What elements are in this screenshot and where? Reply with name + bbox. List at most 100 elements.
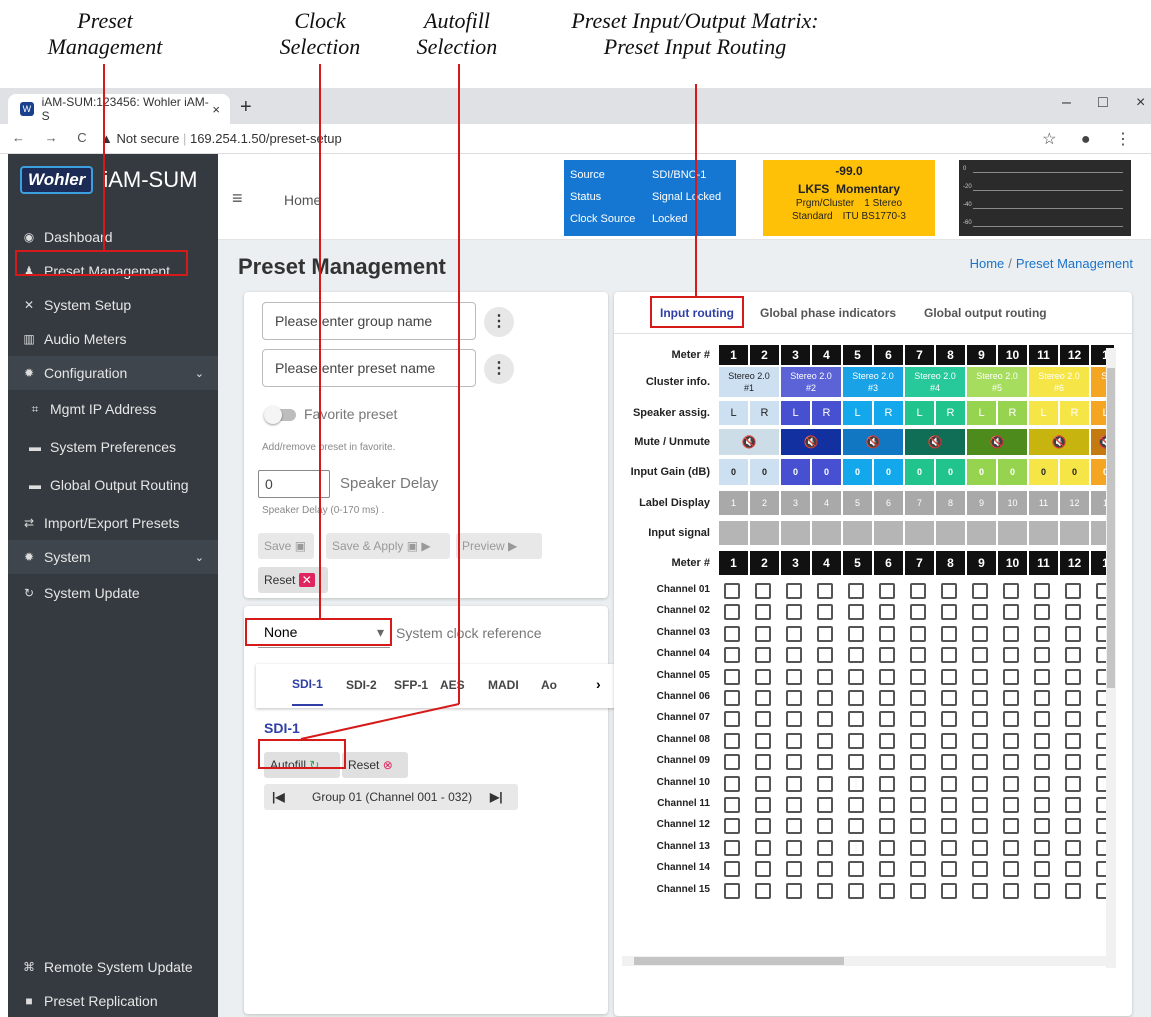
routing-checkbox[interactable]: [879, 604, 895, 621]
routing-checkbox[interactable]: [786, 839, 802, 856]
routing-checkbox[interactable]: [1065, 732, 1081, 749]
routing-checkbox[interactable]: [755, 839, 771, 856]
tab-close-icon[interactable]: ×: [212, 102, 220, 117]
routing-checkbox[interactable]: [941, 818, 957, 835]
scrollbar-thumb[interactable]: [1107, 368, 1115, 688]
cluster-info[interactable]: Stereo 2.0 #3: [842, 366, 904, 398]
routing-checkbox[interactable]: [972, 754, 988, 771]
routing-checkbox[interactable]: [1003, 882, 1019, 899]
cluster-info[interactable]: Stereo 2.0 #5: [966, 366, 1028, 398]
cluster-info[interactable]: Stereo 2.0 #4: [904, 366, 966, 398]
routing-checkbox[interactable]: [724, 583, 740, 599]
routing-checkbox[interactable]: [1034, 583, 1050, 599]
routing-checkbox[interactable]: [1003, 839, 1019, 856]
routing-checkbox[interactable]: [1003, 583, 1019, 599]
routing-checkbox[interactable]: [786, 625, 802, 642]
routing-checkbox[interactable]: [817, 732, 833, 749]
routing-checkbox[interactable]: [724, 711, 740, 728]
routing-checkbox[interactable]: [848, 711, 864, 728]
routing-checkbox[interactable]: [724, 668, 740, 685]
preset-more-button[interactable]: ⋮: [484, 354, 514, 384]
mute-toggle[interactable]: 🔇: [904, 428, 966, 456]
routing-checkbox[interactable]: [910, 882, 926, 899]
routing-checkbox[interactable]: [848, 818, 864, 835]
favorite-toggle[interactable]: [264, 406, 296, 424]
routing-checkbox[interactable]: [910, 711, 926, 728]
routing-checkbox[interactable]: [1003, 754, 1019, 771]
routing-checkbox[interactable]: [786, 754, 802, 771]
sidebar-item-import-export-presets[interactable]: ⇄ Import/Export Presets: [8, 506, 218, 540]
routing-checkbox[interactable]: [755, 754, 771, 771]
save-button[interactable]: Save ▣: [258, 533, 314, 559]
routing-checkbox[interactable]: [817, 690, 833, 706]
routing-checkbox[interactable]: [786, 604, 802, 621]
routing-checkbox[interactable]: [972, 604, 988, 621]
routing-checkbox[interactable]: [1034, 818, 1050, 835]
routing-checkbox[interactable]: [1003, 732, 1019, 749]
routing-checkbox[interactable]: [848, 647, 864, 664]
window-close-icon[interactable]: ×: [1136, 94, 1145, 112]
routing-checkbox[interactable]: [1034, 797, 1050, 813]
routing-checkbox[interactable]: [1034, 604, 1050, 621]
routing-checkbox[interactable]: [755, 818, 771, 835]
routing-checkbox[interactable]: [755, 647, 771, 664]
routing-checkbox[interactable]: [941, 690, 957, 706]
routing-checkbox[interactable]: [1034, 882, 1050, 899]
sidebar-item-mgmt-ip-address[interactable]: ⌗ Mgmt IP Address: [8, 392, 218, 426]
routing-checkbox[interactable]: [817, 797, 833, 813]
source-tab[interactable]: SDI-2: [346, 664, 377, 706]
routing-checkbox[interactable]: [879, 732, 895, 749]
routing-checkbox[interactable]: [879, 861, 895, 878]
routing-checkbox[interactable]: [941, 711, 957, 728]
input-gain[interactable]: 0: [1028, 458, 1059, 486]
routing-checkbox[interactable]: [848, 668, 864, 685]
routing-checkbox[interactable]: [786, 797, 802, 813]
routing-checkbox[interactable]: [786, 647, 802, 664]
routing-checkbox[interactable]: [786, 711, 802, 728]
routing-checkbox[interactable]: [1003, 797, 1019, 813]
sidebar-item-preset-replication[interactable]: ■ Preset Replication: [8, 984, 218, 1017]
sidebar-item-system-update[interactable]: ↻ System Update: [8, 576, 218, 610]
routing-checkbox[interactable]: [910, 647, 926, 664]
routing-checkbox[interactable]: [724, 775, 740, 792]
routing-checkbox[interactable]: [1003, 775, 1019, 792]
routing-checkbox[interactable]: [724, 647, 740, 664]
routing-checkbox[interactable]: [972, 818, 988, 835]
cluster-info[interactable]: Stereo 2.0 #6: [1028, 366, 1090, 398]
group-name-input[interactable]: Please enter group name: [262, 302, 476, 340]
speaker-assign[interactable]: L: [1028, 400, 1059, 426]
save-apply-button[interactable]: Save & Apply ▣ ▶: [326, 533, 450, 559]
routing-checkbox[interactable]: [910, 732, 926, 749]
routing-checkbox[interactable]: [910, 839, 926, 856]
routing-checkbox[interactable]: [1003, 818, 1019, 835]
routing-checkbox[interactable]: [724, 604, 740, 621]
sidebar-item-audio-meters[interactable]: ▥ Audio Meters: [8, 322, 218, 356]
routing-checkbox[interactable]: [972, 583, 988, 599]
routing-checkbox[interactable]: [1003, 604, 1019, 621]
routing-checkbox[interactable]: [817, 668, 833, 685]
routing-checkbox[interactable]: [1034, 625, 1050, 642]
routing-checkbox[interactable]: [879, 690, 895, 706]
source-tab[interactable]: SDI-1: [292, 664, 323, 706]
tab-global-phase-indicators[interactable]: Global phase indicators: [760, 306, 896, 320]
sidebar-item-global-output-routing[interactable]: ▬ Global Output Routing: [8, 468, 218, 502]
speaker-assign[interactable]: R: [935, 400, 966, 426]
speaker-assign[interactable]: L: [718, 400, 749, 426]
routing-checkbox[interactable]: [755, 668, 771, 685]
input-gain[interactable]: 0: [966, 458, 997, 486]
routing-checkbox[interactable]: [755, 732, 771, 749]
speaker-assign[interactable]: R: [873, 400, 904, 426]
routing-checkbox[interactable]: [786, 861, 802, 878]
input-gain[interactable]: 0: [718, 458, 749, 486]
routing-checkbox[interactable]: [724, 797, 740, 813]
routing-checkbox[interactable]: [817, 625, 833, 642]
mute-toggle[interactable]: 🔇: [1028, 428, 1090, 456]
routing-checkbox[interactable]: [972, 625, 988, 642]
routing-checkbox[interactable]: [972, 775, 988, 792]
input-gain[interactable]: 0: [1059, 458, 1090, 486]
input-gain[interactable]: 0: [842, 458, 873, 486]
routing-checkbox[interactable]: [786, 583, 802, 599]
routing-checkbox[interactable]: [817, 839, 833, 856]
routing-checkbox[interactable]: [941, 625, 957, 642]
routing-checkbox[interactable]: [848, 754, 864, 771]
